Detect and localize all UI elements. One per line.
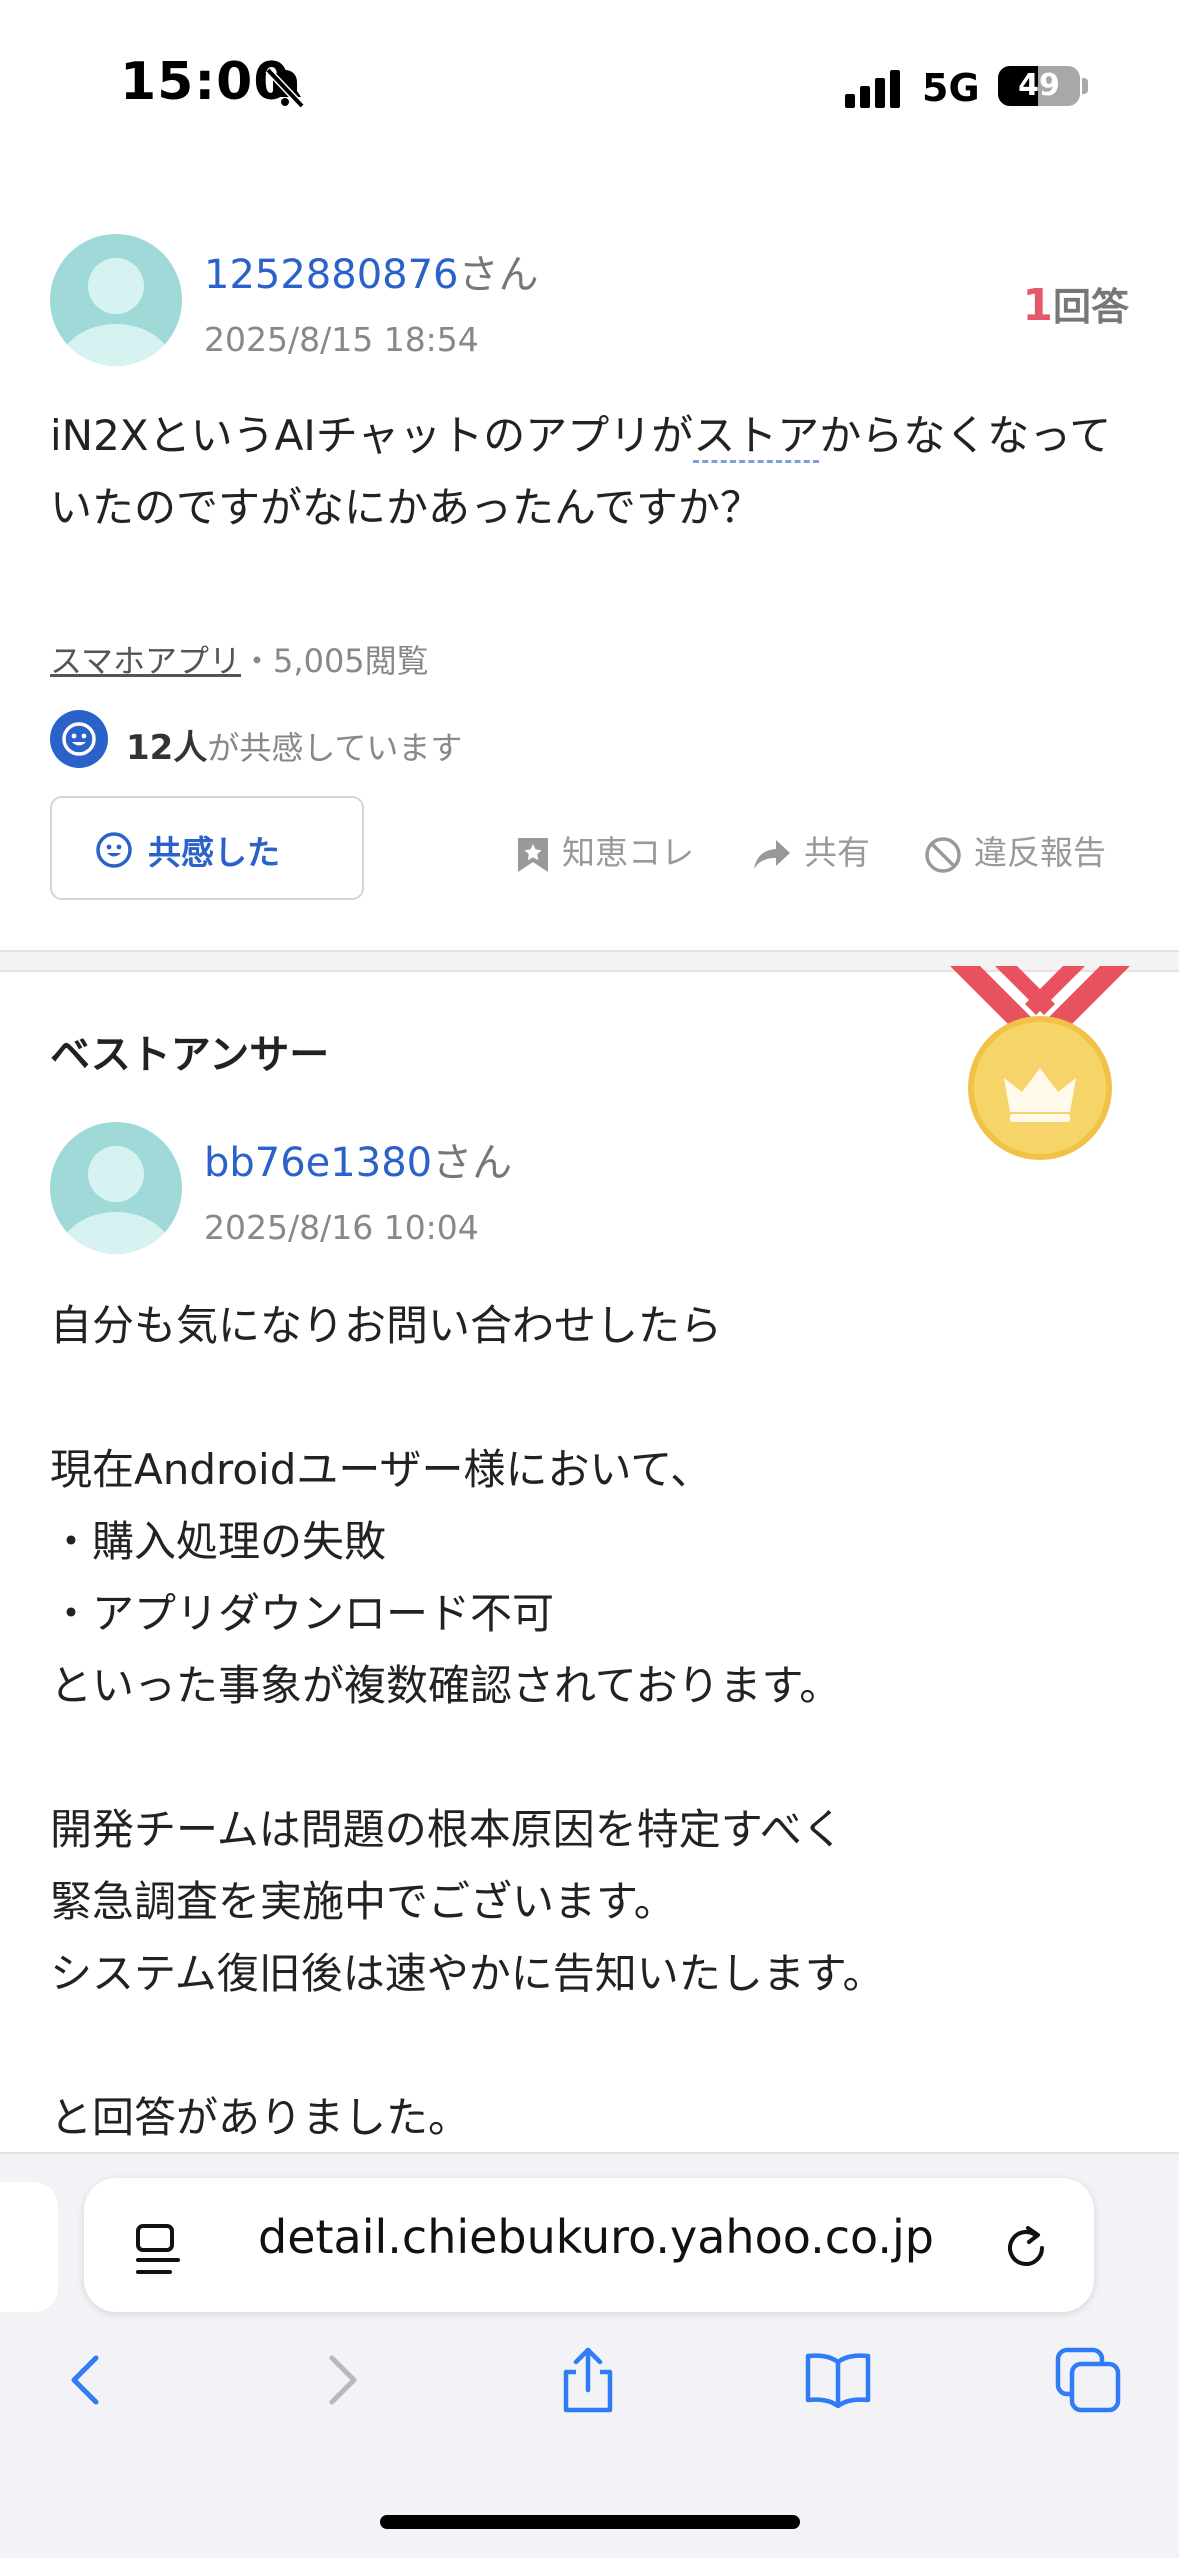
best-answer-title: ベストアンサー <box>50 1032 330 1078</box>
question-text: iN2XというAIチャットのアプリがストアからなくなっていたのですがなにかあった… <box>50 411 1112 532</box>
empathy-count: 12人 <box>126 728 208 768</box>
view-count: ・5,005閲覧 <box>241 642 429 680</box>
tabs-icon[interactable] <box>1052 2344 1124 2416</box>
battery-icon: 49 <box>998 66 1080 106</box>
bookmark-icon <box>518 837 548 872</box>
bookmark-button[interactable]: 知恵コレ <box>516 826 694 874</box>
answer-user-avatar[interactable] <box>50 1122 182 1254</box>
battery-level: 49 <box>1018 68 1060 103</box>
forward-icon[interactable] <box>304 2344 376 2416</box>
question-date: 2025/8/15 18:54 <box>204 320 479 359</box>
battery-tip <box>1082 78 1088 94</box>
bookmark-label: 知恵コレ <box>562 833 694 872</box>
bell-muted-icon <box>265 67 305 109</box>
report-button[interactable]: 違反報告 <box>924 826 1106 874</box>
question-user[interactable]: 1252880876さん <box>204 242 539 300</box>
url-text[interactable]: detail.chiebukuro.yahoo.co.jp <box>258 2210 934 2264</box>
share-button[interactable]: 共有 <box>752 826 870 874</box>
store-term-link[interactable]: ストア <box>693 411 820 463</box>
question-user-name[interactable]: 1252880876 <box>204 252 459 298</box>
previous-tab-peek[interactable] <box>0 2182 58 2312</box>
answers-count[interactable]: 1回答 <box>1022 276 1129 331</box>
question-user-suffix: さん <box>458 252 539 298</box>
reload-icon[interactable] <box>996 2218 1056 2278</box>
share-arrow-icon <box>754 839 790 869</box>
answer-user[interactable]: bb76e1380さん <box>204 1130 512 1188</box>
empathy-summary: 12人が共感しています <box>126 728 463 768</box>
page-menu-icon[interactable] <box>130 2222 186 2278</box>
back-icon[interactable] <box>52 2344 124 2416</box>
share-label: 共有 <box>804 833 870 872</box>
bookmarks-icon[interactable] <box>802 2344 874 2416</box>
prohibited-icon <box>925 836 961 873</box>
smile-icon <box>96 832 132 868</box>
answer-body: 自分も気になりお問い合わせしたら 現在Androidユーザー様において、 ・購入… <box>50 1301 885 2142</box>
answers-count-number: 1 <box>1022 280 1053 331</box>
answer-user-name[interactable]: bb76e1380 <box>204 1140 432 1186</box>
answers-count-label: 回答 <box>1052 285 1129 329</box>
network-type: 5G <box>922 66 980 110</box>
question-user-avatar[interactable] <box>50 234 182 366</box>
medal-crown-icon <box>950 966 1130 1160</box>
empathize-button-label: 共感した <box>148 833 280 872</box>
category-link[interactable]: スマホアプリ <box>50 642 241 680</box>
answer-date: 2025/8/16 10:04 <box>204 1208 479 1247</box>
answer-user-suffix: さん <box>432 1140 513 1186</box>
signal-icon <box>845 70 900 108</box>
home-indicator <box>380 2515 800 2529</box>
share-icon[interactable] <box>552 2344 624 2416</box>
empathize-button[interactable]: 共感した <box>50 796 364 900</box>
question-meta: スマホアプリ・5,005閲覧 <box>50 636 429 682</box>
report-label: 違反報告 <box>974 833 1106 872</box>
empathy-smile-icon <box>50 710 108 768</box>
